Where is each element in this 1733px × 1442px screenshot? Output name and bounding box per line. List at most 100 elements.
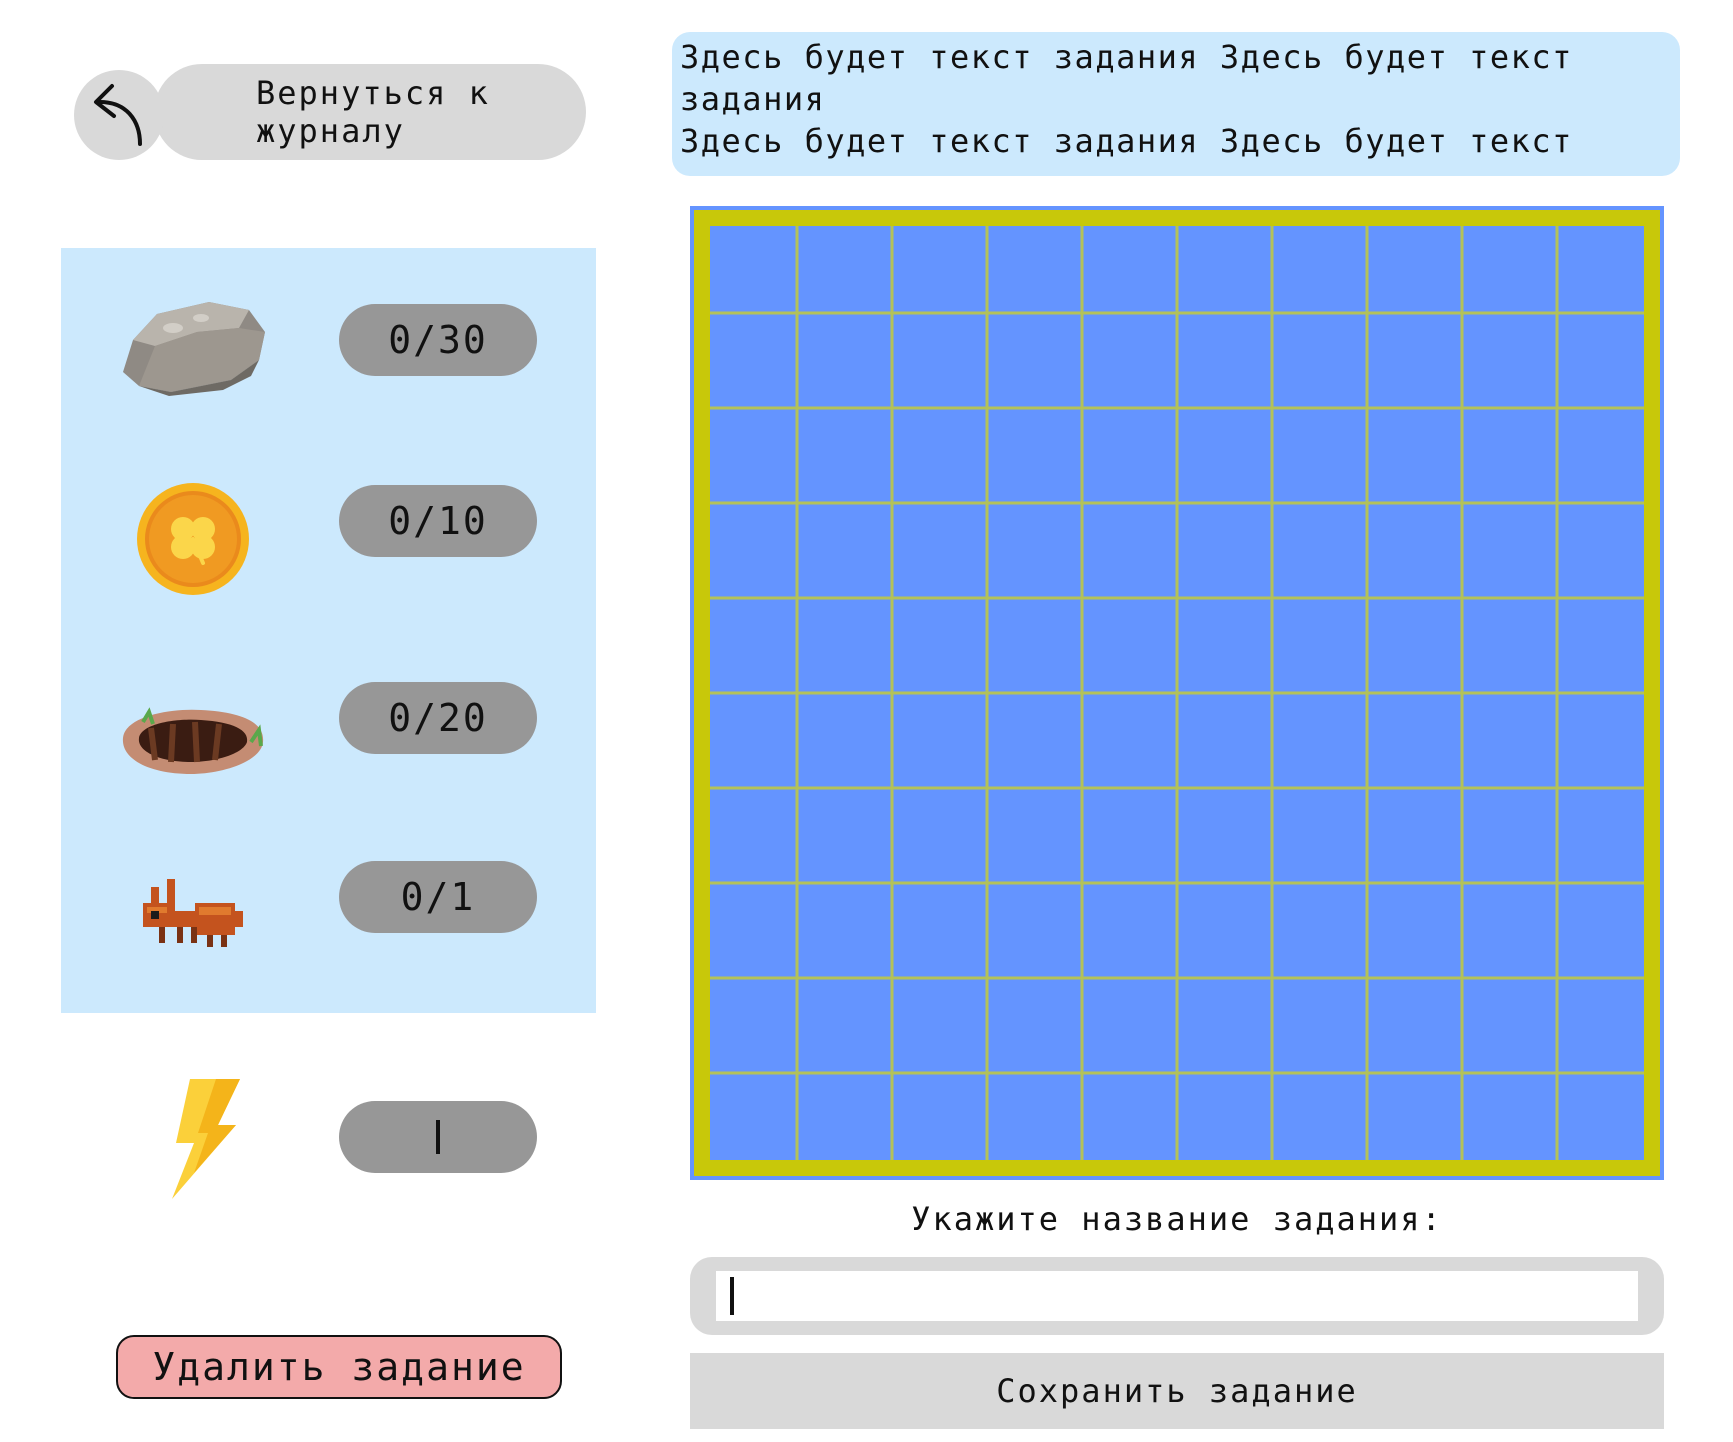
board-cell[interactable] — [1365, 786, 1464, 885]
board-cell[interactable] — [795, 1071, 894, 1170]
back-button-circle[interactable] — [74, 70, 164, 160]
board-cell[interactable] — [700, 501, 799, 600]
board-cell[interactable] — [1555, 691, 1654, 790]
board-cell[interactable] — [795, 501, 894, 600]
board-cell[interactable] — [700, 596, 799, 695]
board-cell[interactable] — [1460, 596, 1559, 695]
board-cell[interactable] — [795, 311, 894, 410]
board-cell[interactable] — [1365, 406, 1464, 505]
board-cell[interactable] — [1175, 216, 1274, 315]
board-cell[interactable] — [1365, 691, 1464, 790]
board-cell[interactable] — [1080, 881, 1179, 980]
board-cell[interactable] — [795, 596, 894, 695]
board-cell[interactable] — [1080, 216, 1179, 315]
hole-icon[interactable] — [111, 682, 271, 792]
board-cell[interactable] — [1365, 1071, 1464, 1170]
board-cell[interactable] — [1555, 501, 1654, 600]
board-cell[interactable] — [1460, 216, 1559, 315]
board-cell[interactable] — [1365, 596, 1464, 695]
board-cell[interactable] — [795, 786, 894, 885]
board-cell[interactable] — [890, 596, 989, 695]
board-cell[interactable] — [1175, 596, 1274, 695]
board-cell[interactable] — [1175, 881, 1274, 980]
board-cell[interactable] — [890, 311, 989, 410]
board-cell[interactable] — [985, 501, 1084, 600]
board-cell[interactable] — [1555, 786, 1654, 885]
board-cell[interactable] — [1460, 976, 1559, 1075]
board-cell[interactable] — [1460, 881, 1559, 980]
board-cell[interactable] — [1270, 596, 1369, 695]
board-cell[interactable] — [1270, 976, 1369, 1075]
board-cell[interactable] — [700, 1071, 799, 1170]
board-cell[interactable] — [700, 311, 799, 410]
board-cell[interactable] — [1460, 501, 1559, 600]
back-button-pill[interactable]: Вернуться к журналу — [154, 64, 586, 160]
board-cell[interactable] — [700, 691, 799, 790]
board-cell[interactable] — [1365, 976, 1464, 1075]
board-cell[interactable] — [1270, 1071, 1369, 1170]
board-cell[interactable] — [1270, 881, 1369, 980]
board-cell[interactable] — [700, 216, 799, 315]
board-cell[interactable] — [1270, 406, 1369, 505]
board-cell[interactable] — [1460, 406, 1559, 505]
save-task-button[interactable]: Сохранить задание — [690, 1353, 1664, 1429]
board-cell[interactable] — [1365, 881, 1464, 980]
board-cell[interactable] — [700, 976, 799, 1075]
board-cell[interactable] — [890, 691, 989, 790]
board-cell[interactable] — [1175, 691, 1274, 790]
board-cell[interactable] — [1555, 311, 1654, 410]
rock-icon[interactable] — [111, 288, 271, 398]
board-cell[interactable] — [795, 406, 894, 505]
back-to-journal-button[interactable]: Вернуться к журналу — [74, 64, 586, 162]
board-cell[interactable] — [985, 311, 1084, 410]
board-cell[interactable] — [1080, 596, 1179, 695]
board-cell[interactable] — [1080, 976, 1179, 1075]
board-cell[interactable] — [700, 881, 799, 980]
board-cell[interactable] — [985, 216, 1084, 315]
energy-input[interactable] — [339, 1101, 537, 1173]
board-cell[interactable] — [1460, 1071, 1559, 1170]
board-cell[interactable] — [890, 501, 989, 600]
board-grid[interactable] — [690, 206, 1664, 1180]
board-cell[interactable] — [890, 786, 989, 885]
board-cell[interactable] — [1080, 1071, 1179, 1170]
board-cell[interactable] — [1555, 596, 1654, 695]
board-cell[interactable] — [1175, 1071, 1274, 1170]
board-cell[interactable] — [985, 881, 1084, 980]
board-cell[interactable] — [1270, 216, 1369, 315]
board-cell[interactable] — [890, 881, 989, 980]
delete-task-button[interactable]: Удалить задание — [116, 1335, 562, 1399]
board-cell[interactable] — [795, 691, 894, 790]
board-cell[interactable] — [1175, 311, 1274, 410]
board-cell[interactable] — [985, 691, 1084, 790]
board-cell[interactable] — [890, 976, 989, 1075]
board-cell[interactable] — [1555, 406, 1654, 505]
board-cell[interactable] — [1365, 311, 1464, 410]
board-cell[interactable] — [1175, 786, 1274, 885]
board-cell[interactable] — [1270, 786, 1369, 885]
board-cell[interactable] — [1270, 311, 1369, 410]
board-cell[interactable] — [1080, 501, 1179, 600]
board-cell[interactable] — [890, 1071, 989, 1170]
board-cell[interactable] — [1365, 216, 1464, 315]
board-cell[interactable] — [985, 406, 1084, 505]
board-cell[interactable] — [700, 786, 799, 885]
board-cell[interactable] — [1555, 881, 1654, 980]
board-cell[interactable] — [1175, 406, 1274, 505]
board-cell[interactable] — [1080, 691, 1179, 790]
board-cell[interactable] — [795, 881, 894, 980]
board-cell[interactable] — [985, 596, 1084, 695]
board-cell[interactable] — [1555, 1071, 1654, 1170]
board-cell[interactable] — [890, 406, 989, 505]
board-cell[interactable] — [1080, 406, 1179, 505]
board-cell[interactable] — [1460, 691, 1559, 790]
board-cell[interactable] — [1080, 786, 1179, 885]
board-cell[interactable] — [1555, 976, 1654, 1075]
board-cell[interactable] — [1460, 311, 1559, 410]
game-board[interactable] — [690, 206, 1664, 1180]
board-cell[interactable] — [700, 406, 799, 505]
lightning-icon[interactable] — [150, 1075, 250, 1205]
board-cell[interactable] — [1460, 786, 1559, 885]
task-name-input[interactable] — [716, 1271, 1638, 1321]
board-cell[interactable] — [985, 976, 1084, 1075]
